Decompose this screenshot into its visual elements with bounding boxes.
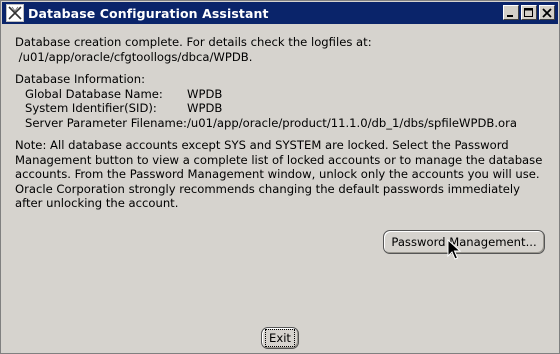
window-title: Database Configuration Assistant <box>28 5 269 21</box>
dbca-window: Database Configuration Assistant Databas… <box>0 0 560 354</box>
dialog-content: Database creation complete. For details … <box>15 35 549 211</box>
database-information: Database Information: Global Database Na… <box>15 72 549 130</box>
exit-button[interactable]: Exit <box>261 327 299 349</box>
locked-accounts-note: Note: All database accounts except SYS a… <box>15 138 549 211</box>
note-line: Management button to view a complete lis… <box>15 152 543 167</box>
password-management-button[interactable]: Password Management... <box>383 230 545 254</box>
minimize-button[interactable] <box>503 5 519 20</box>
info-row-spfile: Server Parameter Filename: /u01/app/orac… <box>15 116 549 131</box>
logfile-path: /u01/app/oracle/cfgtoollogs/dbca/WPDB. <box>15 49 253 64</box>
completion-message: Database creation complete. For details … <box>15 35 549 64</box>
global-db-name-value: WPDB <box>187 86 223 101</box>
spfile-label: Server Parameter Filename: <box>25 115 187 130</box>
mouse-cursor-icon <box>447 239 461 260</box>
sid-label: System Identifier(SID): <box>25 101 157 115</box>
db-info-heading: Database Information: <box>15 72 146 86</box>
completion-line: Database creation complete. For details … <box>15 35 372 49</box>
password-management-label: Password Management... <box>391 235 537 249</box>
note-line: accounts. From the Password Management w… <box>15 167 540 181</box>
title-bar[interactable]: Database Configuration Assistant <box>2 2 558 24</box>
note-line: Note: All database accounts except SYS a… <box>15 138 509 152</box>
exit-label: Exit <box>265 329 295 347</box>
app-icon <box>6 4 24 22</box>
note-line: Oracle Corporation strongly recommends c… <box>15 181 521 196</box>
window-controls <box>503 5 555 20</box>
info-row-sid: System Identifier(SID): WPDB <box>15 101 549 116</box>
minimize-icon <box>507 14 513 17</box>
note-line: after unlocking the account. <box>15 196 179 210</box>
global-db-name-label: Global Database Name: <box>25 86 163 101</box>
spfile-value: /u01/app/oracle/product/11.1.0/db_1/dbs/… <box>187 115 518 130</box>
close-button[interactable] <box>539 5 555 20</box>
info-row-global-name: Global Database Name: WPDB <box>15 87 549 102</box>
sid-value: WPDB <box>187 101 223 115</box>
maximize-icon <box>524 7 533 17</box>
close-icon <box>542 7 552 18</box>
maximize-button[interactable] <box>521 5 537 20</box>
